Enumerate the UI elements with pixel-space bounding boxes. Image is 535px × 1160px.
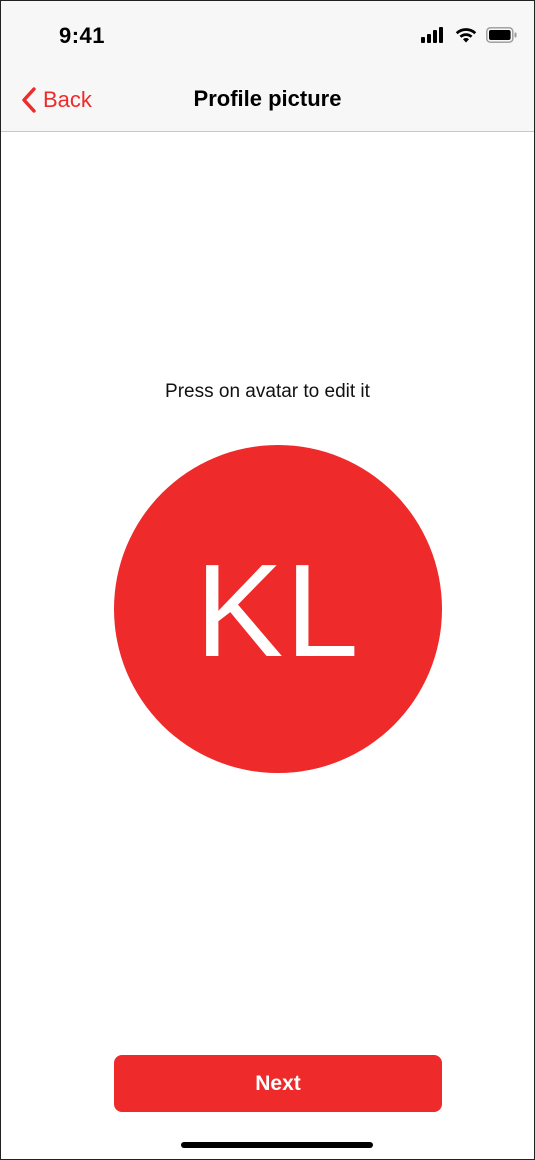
home-indicator: [181, 1142, 373, 1148]
battery-icon: [486, 27, 517, 43]
wifi-icon: [455, 28, 477, 43]
avatar-initials: KL: [195, 537, 361, 684]
status-bar: 9:41: [1, 1, 534, 71]
next-button[interactable]: Next: [114, 1055, 442, 1112]
page-title: Profile picture: [193, 86, 342, 111]
avatar-hint: Press on avatar to edit it: [165, 381, 370, 402]
profile-picture-screen: 9:41 Back Profile picture Press on avata…: [0, 0, 535, 1160]
status-icons: [420, 25, 518, 45]
avatar[interactable]: KL: [114, 445, 442, 773]
signal-icon: [421, 27, 443, 43]
nav-bar: Back Profile picture: [1, 71, 534, 131]
header: 9:41 Back Profile picture: [1, 1, 534, 132]
status-time: 9:41: [59, 23, 106, 48]
